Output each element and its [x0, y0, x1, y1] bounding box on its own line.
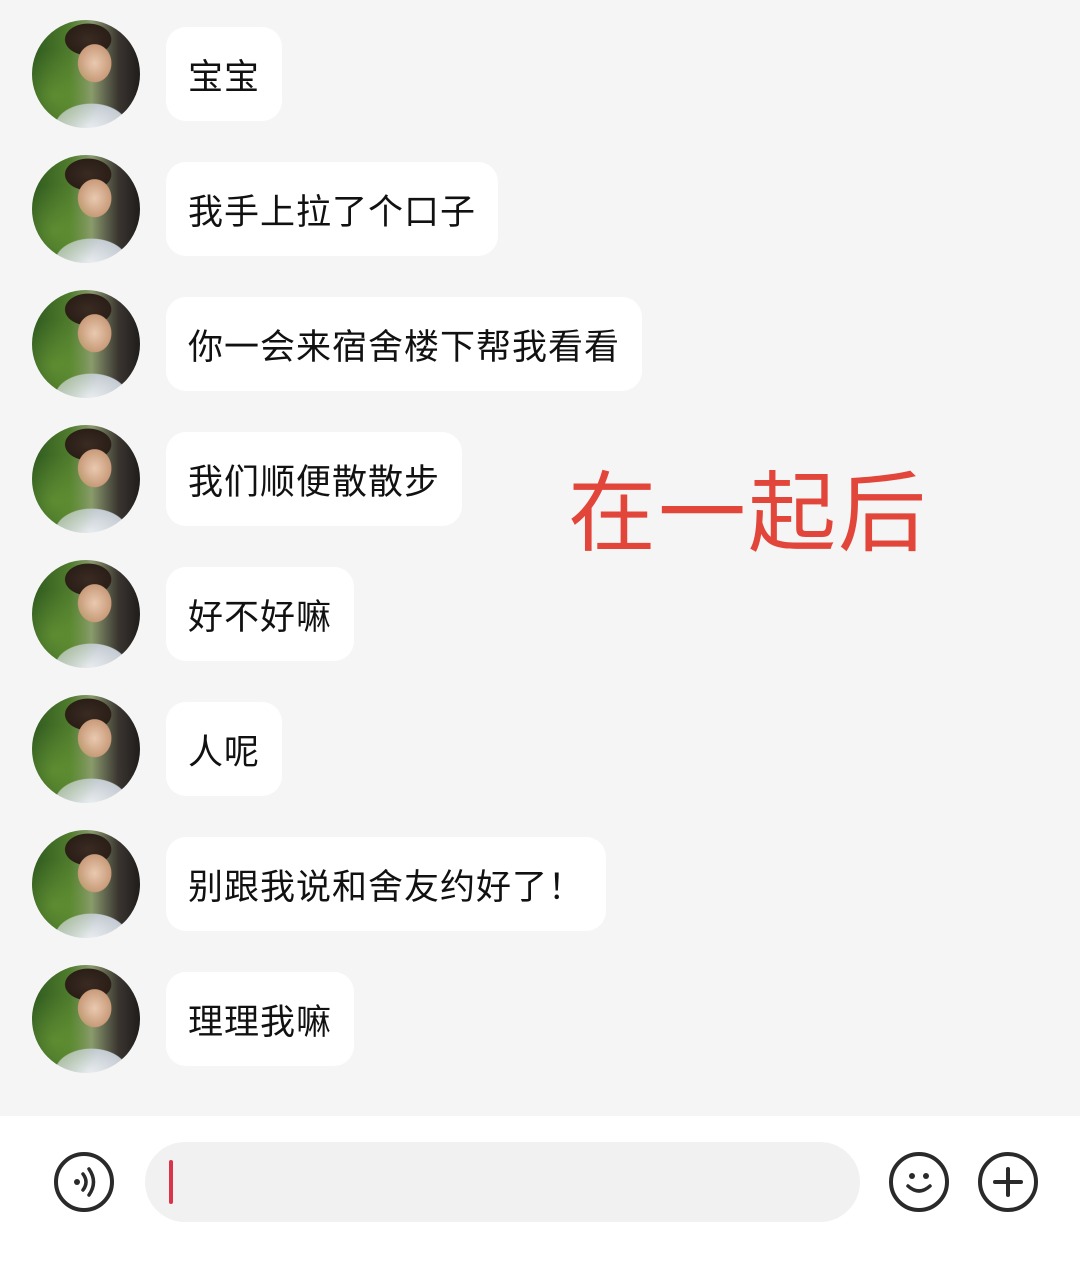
message-bubble[interactable]: 我们顺便散散步	[166, 432, 463, 526]
message-bubble[interactable]: 理理我嘛	[166, 972, 355, 1066]
emoji-button[interactable]	[889, 1152, 949, 1212]
message-row: 理理我嘛	[32, 965, 355, 1073]
message-row: 宝宝	[32, 20, 283, 128]
text-caret	[169, 1160, 173, 1204]
message-row: 我手上拉了个口子	[32, 155, 499, 263]
message-input[interactable]	[145, 1142, 860, 1222]
more-button[interactable]	[978, 1152, 1038, 1212]
voice-icon	[74, 1167, 96, 1197]
message-row: 人呢	[32, 695, 283, 803]
contact-avatar[interactable]	[32, 155, 140, 263]
message-bubble[interactable]: 宝宝	[166, 27, 283, 121]
contact-avatar[interactable]	[32, 20, 140, 128]
contact-avatar[interactable]	[32, 830, 140, 938]
overlay-caption: 在一起后	[568, 462, 929, 565]
contact-avatar[interactable]	[32, 965, 140, 1073]
emoji-icon	[906, 1173, 932, 1193]
voice-button[interactable]	[54, 1152, 114, 1212]
contact-avatar[interactable]	[32, 695, 140, 803]
message-bubble[interactable]: 你一会来宿舍楼下帮我看看	[166, 297, 643, 391]
input-bar	[0, 1116, 1080, 1274]
message-bubble[interactable]: 别跟我说和舍友约好了！	[166, 837, 607, 931]
message-row: 好不好嘛	[32, 560, 355, 668]
plus-icon	[993, 1167, 1023, 1197]
chat-message-list: 宝宝 我手上拉了个口子 你一会来宿舍楼下帮我看看 我们顺便散散步 好不好嘛 人呢…	[0, 0, 1080, 1116]
message-row: 你一会来宿舍楼下帮我看看	[32, 290, 643, 398]
message-row: 我们顺便散散步	[32, 425, 463, 533]
contact-avatar[interactable]	[32, 425, 140, 533]
message-bubble[interactable]: 好不好嘛	[166, 567, 355, 661]
message-row: 别跟我说和舍友约好了！	[32, 830, 607, 938]
contact-avatar[interactable]	[32, 560, 140, 668]
message-bubble[interactable]: 我手上拉了个口子	[166, 162, 499, 256]
contact-avatar[interactable]	[32, 290, 140, 398]
message-bubble[interactable]: 人呢	[166, 702, 283, 796]
